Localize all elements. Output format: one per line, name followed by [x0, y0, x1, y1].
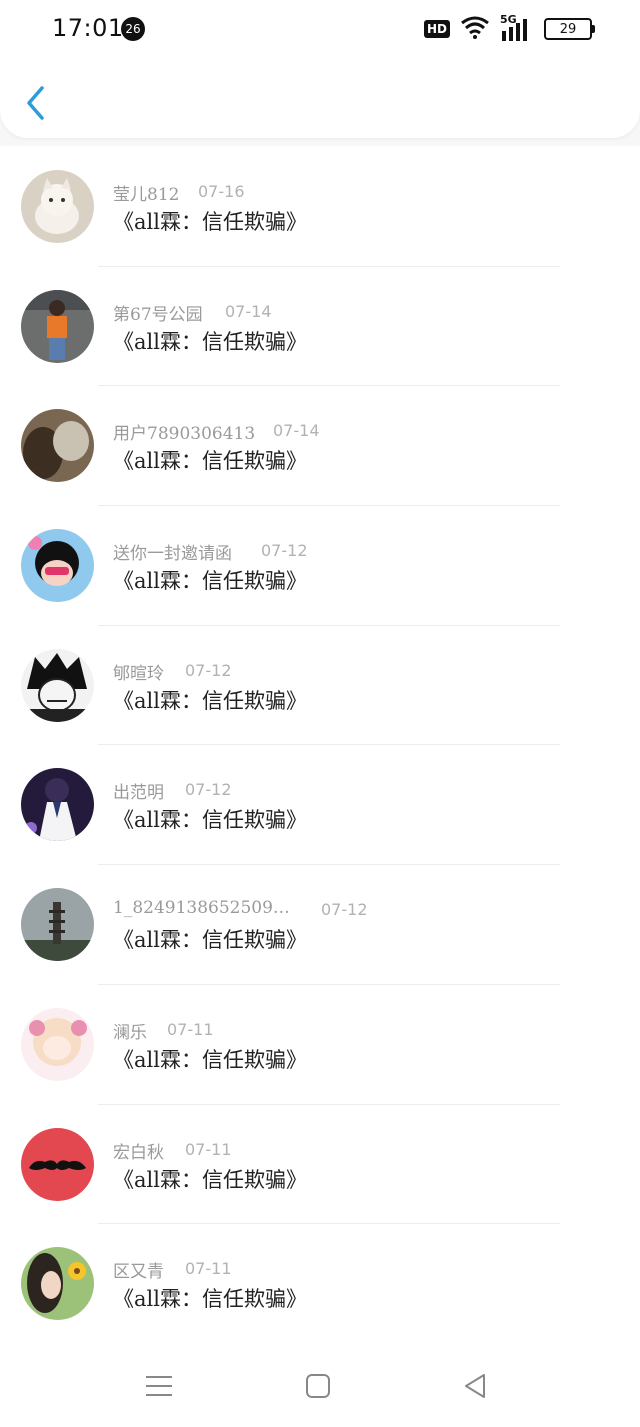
divider [98, 385, 560, 387]
notification-count-badge: 26 [121, 17, 145, 41]
comment-username[interactable]: 澜乐 [113, 1018, 147, 1043]
avatar[interactable] [21, 289, 94, 363]
square-home-icon [306, 1374, 330, 1398]
comment-date: 07-11 [185, 1259, 232, 1279]
comment-date: 07-12 [261, 541, 308, 561]
girl-sunflower-avatar-icon [21, 1247, 94, 1321]
list-item[interactable]: 郇暄玲 07-12 《all霖：信任欺骗》 [0, 624, 640, 745]
comment-date: 07-14 [273, 421, 320, 441]
photo-avatar-icon [21, 409, 94, 483]
wifi-icon [460, 15, 490, 43]
comment-text[interactable]: 《all霖：信任欺骗》 [113, 326, 307, 356]
list-item[interactable]: 1_8249138652509… 07-12 《all霖：信任欺骗》 [0, 864, 640, 984]
avatar[interactable] [21, 1007, 94, 1081]
anime-boy-avatar-icon [21, 648, 94, 722]
divider [98, 744, 560, 746]
battery-icon: 29 [544, 18, 595, 40]
menu-icon [146, 1376, 172, 1396]
list-item[interactable]: 莹儿812 07-16 《all霖：信任欺骗》 [0, 146, 640, 266]
list-item[interactable]: 用户7890306413 07-14 《all霖：信任欺骗》 [0, 385, 640, 505]
comment-text[interactable]: 《all霖：信任欺骗》 [113, 1044, 307, 1074]
anime-girl-pastel-avatar-icon [21, 1007, 94, 1081]
divider [98, 1223, 560, 1225]
hd-icon: HD [423, 20, 450, 38]
mustache-avatar-icon [21, 1127, 94, 1201]
top-header: 17:01 26 HD 5G 29 [0, 0, 640, 138]
comment-text[interactable]: 《all霖：信任欺骗》 [113, 206, 307, 236]
list-item[interactable]: 澜乐 07-11 《all霖：信任欺骗》 [0, 983, 640, 1104]
avatar[interactable] [21, 1127, 94, 1201]
list-item[interactable]: 宏白秋 07-11 《all霖：信任欺骗》 [0, 1103, 640, 1224]
comment-text[interactable]: 《all霖：信任欺骗》 [113, 565, 307, 595]
cellular-5g-icon: 5G [500, 13, 534, 41]
comment-username[interactable]: 宏白秋 [113, 1138, 164, 1163]
comment-date: 07-14 [225, 301, 272, 321]
avatar[interactable] [21, 529, 94, 603]
comment-username[interactable]: 用户7890306413 [113, 419, 255, 444]
avatar[interactable] [21, 409, 94, 483]
comment-date: 07-11 [167, 1019, 214, 1039]
avatar[interactable] [21, 888, 94, 962]
list-item[interactable]: 区又青 07-11 《all霖：信任欺骗》 [0, 1223, 640, 1343]
comment-date: 07-12 [185, 660, 232, 680]
avatar[interactable] [21, 648, 94, 722]
comment-text[interactable]: 《all霖：信任欺骗》 [113, 924, 307, 954]
status-icons: HD 5G 29 [423, 13, 595, 43]
triangle-back-icon [465, 1374, 485, 1398]
comment-list: 莹儿812 07-16 《all霖：信任欺骗》 第67号公园 07-14 《al… [0, 146, 640, 1343]
comment-username[interactable]: 送你一封邀请函 [113, 539, 232, 564]
avatar[interactable] [21, 170, 94, 243]
anime-girl-avatar-icon [21, 529, 94, 603]
comment-date: 07-16 [198, 182, 245, 201]
avatar[interactable] [21, 768, 94, 842]
divider [98, 265, 560, 267]
system-nav-bar [0, 1340, 640, 1427]
back-button[interactable] [18, 82, 52, 124]
avatar[interactable] [21, 1247, 94, 1321]
comment-date: 07-12 [321, 900, 368, 920]
comment-username[interactable]: 莹儿812 [113, 180, 179, 205]
divider [98, 624, 560, 626]
comment-username[interactable]: 区又青 [113, 1257, 164, 1282]
list-item[interactable]: 送你一封邀请函 07-12 《all霖：信任欺骗》 [0, 505, 640, 625]
comment-text[interactable]: 《all霖：信任欺骗》 [113, 445, 307, 475]
divider [98, 864, 560, 866]
battery-level: 29 [559, 21, 577, 37]
comment-username[interactable]: 出范明 [113, 778, 164, 803]
menu-nav-button[interactable] [139, 1366, 179, 1406]
comment-text[interactable]: 《all霖：信任欺骗》 [113, 804, 307, 834]
list-item[interactable]: 第67号公园 07-14 《all霖：信任欺骗》 [0, 265, 640, 386]
comment-username[interactable]: 1_8249138652509… [113, 898, 290, 918]
comment-text[interactable]: 《all霖：信任欺骗》 [113, 685, 307, 715]
divider [98, 1103, 560, 1105]
back-nav-button[interactable] [455, 1366, 495, 1406]
anime-uniform-avatar-icon [21, 768, 94, 842]
comment-text[interactable]: 《all霖：信任欺骗》 [113, 1164, 307, 1194]
kitten-avatar-icon [21, 170, 94, 243]
status-time: 17:01 [52, 14, 124, 42]
comment-username[interactable]: 第67号公园 [113, 300, 203, 325]
pagoda-avatar-icon [21, 888, 94, 962]
comment-text[interactable]: 《all霖：信任欺骗》 [113, 1283, 307, 1313]
chevron-left-icon [27, 86, 44, 120]
person-avatar-icon [21, 289, 94, 363]
home-nav-button[interactable] [298, 1366, 338, 1406]
list-item[interactable]: 出范明 07-12 《all霖：信任欺骗》 [0, 744, 640, 864]
comment-date: 07-11 [185, 1139, 232, 1159]
comment-date: 07-12 [185, 780, 232, 800]
comment-username[interactable]: 郇暄玲 [113, 659, 164, 684]
divider [98, 983, 560, 985]
divider [98, 505, 560, 507]
